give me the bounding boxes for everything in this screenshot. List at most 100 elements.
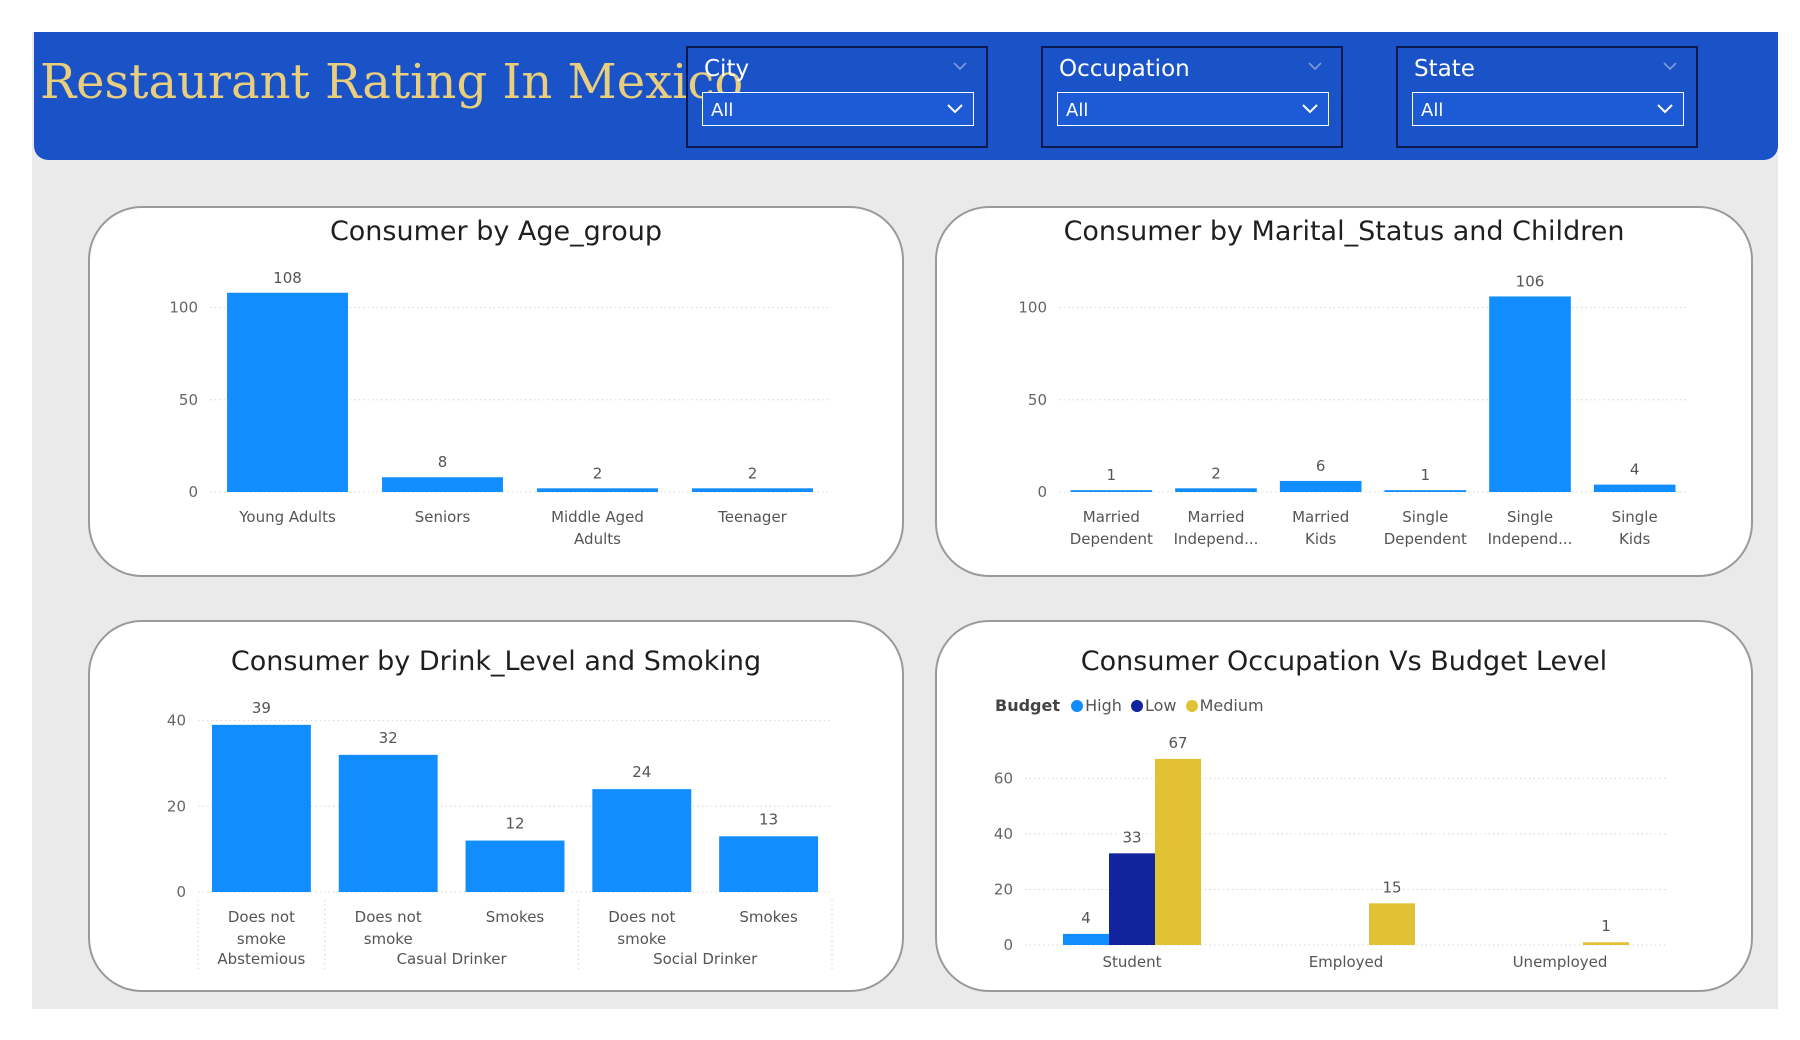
x-tick-label: Young Adults: [238, 508, 336, 526]
chevron-down-icon[interactable]: [952, 58, 968, 74]
data-label: 1: [1421, 466, 1431, 484]
occupation-slicer[interactable]: Occupation All: [1041, 46, 1343, 148]
city-dropdown[interactable]: All: [702, 92, 974, 126]
state-slicer[interactable]: State All: [1396, 46, 1698, 148]
x-group-label: Casual Drinker: [397, 950, 508, 968]
drink-smoking-chart: 0 20 40 39 Does not smoke Abstemious 32 Does not…: [167, 699, 833, 972]
y-tick-label: 20: [167, 797, 186, 815]
x-tick-label: Teenager: [717, 508, 788, 526]
y-tick-label: 60: [994, 769, 1013, 787]
occupation-slicer-label: Occupation: [1059, 56, 1190, 82]
x-tick-label: Kids: [1305, 530, 1337, 548]
bar: [1593, 484, 1676, 492]
age-group-chart-card: Consumer by Age_group 0 50 100 108 Young Adu…: [88, 206, 904, 577]
x-tick-label: Dependent: [1070, 530, 1153, 548]
data-label: 4: [1630, 461, 1640, 479]
y-tick-label: 100: [169, 299, 198, 317]
y-tick-label: 0: [188, 483, 198, 501]
data-label: 12: [505, 815, 524, 833]
y-tick-label: 40: [167, 712, 186, 730]
data-label: 33: [1122, 828, 1141, 846]
bar: [537, 488, 658, 492]
bar: [1155, 758, 1201, 945]
x-tick-label: Does not: [355, 908, 422, 926]
report-title: Restaurant Rating In Mexico: [40, 54, 744, 110]
x-tick-label: smoke: [617, 930, 666, 948]
data-label: 32: [379, 729, 398, 747]
bar: [719, 836, 819, 892]
x-tick-label: Married: [1187, 508, 1244, 526]
data-label: 2: [748, 464, 758, 482]
x-tick-label: Middle Aged: [551, 508, 644, 526]
occupation-dropdown[interactable]: All: [1057, 92, 1329, 126]
bar: [1109, 853, 1155, 945]
x-tick-label: Does not: [228, 908, 295, 926]
bar: [1369, 903, 1415, 945]
state-dropdown-value: All: [1421, 100, 1444, 121]
x-tick-label: Does not: [608, 908, 675, 926]
data-label: 67: [1168, 734, 1187, 752]
bar: [692, 488, 813, 492]
x-tick-label: Kids: [1619, 530, 1651, 548]
data-label: 2: [593, 464, 603, 482]
x-tick-label: Smokes: [486, 908, 545, 926]
x-tick-label: Independ...: [1488, 530, 1573, 548]
x-tick-label: Employed: [1309, 953, 1384, 971]
x-tick-label: Dependent: [1384, 530, 1467, 548]
x-tick-label: Independ...: [1174, 530, 1259, 548]
bar: [592, 789, 692, 892]
bar: [1070, 490, 1153, 492]
state-slicer-label: State: [1414, 56, 1475, 82]
drink-smoking-chart-card: Consumer by Drink_Level and Smoking 0 20 4…: [88, 620, 904, 992]
data-label: 8: [438, 453, 448, 471]
bar: [1279, 480, 1362, 492]
chevron-down-icon: [1302, 104, 1318, 114]
state-dropdown[interactable]: All: [1412, 92, 1684, 126]
bar: [1384, 490, 1467, 492]
data-label: 24: [632, 763, 651, 781]
data-label: 13: [759, 810, 778, 828]
x-tick-label: Seniors: [415, 508, 471, 526]
city-dropdown-value: All: [711, 100, 734, 121]
y-tick-label: 0: [176, 883, 186, 901]
occupation-dropdown-value: All: [1066, 100, 1089, 121]
x-tick-label: Married: [1083, 508, 1140, 526]
y-tick-label: 20: [994, 880, 1013, 898]
x-tick-label: Single: [1612, 508, 1658, 526]
x-tick-label: Smokes: [739, 908, 798, 926]
data-label: 1: [1107, 466, 1117, 484]
y-tick-label: 0: [1003, 936, 1013, 954]
data-label: 15: [1382, 878, 1401, 896]
x-group-label: Abstemious: [217, 950, 305, 968]
data-label: 39: [252, 699, 271, 717]
x-tick-label: Single: [1507, 508, 1553, 526]
bar: [1175, 488, 1257, 492]
data-label: 108: [273, 269, 302, 287]
data-label: 2: [1211, 464, 1221, 482]
y-tick-label: 0: [1037, 483, 1047, 501]
x-tick-label: Unemployed: [1513, 953, 1608, 971]
x-tick-label: smoke: [364, 930, 413, 948]
y-tick-label: 50: [1028, 391, 1047, 409]
bar: [382, 477, 503, 492]
x-tick-label: Single: [1402, 508, 1448, 526]
x-tick-label: smoke: [237, 930, 286, 948]
chevron-down-icon: [1657, 104, 1673, 114]
chevron-down-icon[interactable]: [1307, 58, 1323, 74]
bar: [211, 724, 311, 892]
bar: [1489, 296, 1571, 492]
occupation-budget-chart-card: Consumer Occupation Vs Budget Level Budg…: [935, 620, 1753, 992]
bar: [465, 840, 565, 892]
bar: [1063, 933, 1109, 945]
y-tick-label: 40: [994, 825, 1013, 843]
marital-status-chart: 0 50 100 1 Married Dependent 2 Married Independ.…: [1018, 272, 1687, 548]
data-label: 1: [1601, 917, 1611, 935]
chevron-down-icon[interactable]: [1662, 58, 1678, 74]
x-tick-label: Student: [1102, 953, 1161, 971]
y-tick-label: 100: [1018, 299, 1047, 317]
city-slicer[interactable]: City All: [686, 46, 988, 148]
data-label: 6: [1316, 457, 1326, 475]
marital-status-chart-card: Consumer by Marital_Status and Children …: [935, 206, 1753, 577]
x-tick-label: Adults: [574, 530, 621, 548]
age-group-chart: 0 50 100 108 Young Adults 8 Seniors 2 Middle Age…: [169, 269, 830, 548]
